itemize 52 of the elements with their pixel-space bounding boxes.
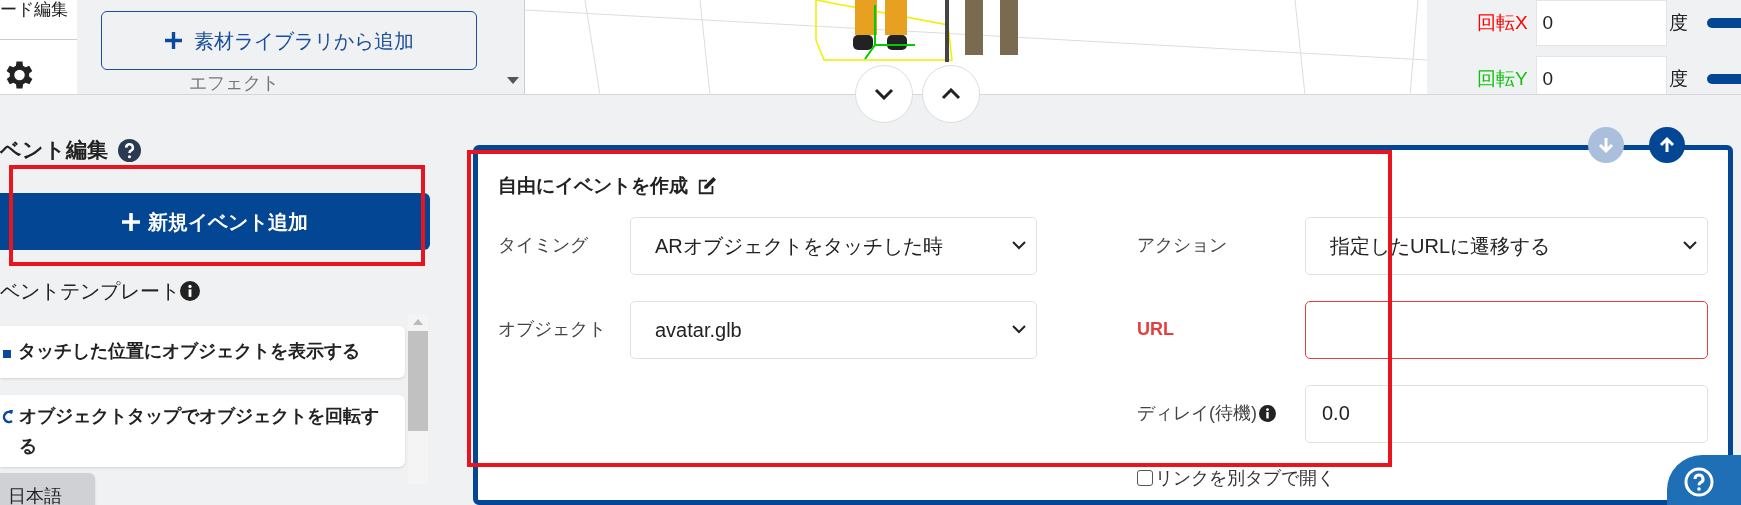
edit-icon[interactable]: [696, 176, 718, 197]
field-label: URL: [1137, 318, 1175, 341]
template-label: オブジェクトタップでオブジェクトを回転する: [18, 405, 380, 458]
help-icon: [1684, 467, 1714, 497]
chevron-up-icon: [941, 88, 961, 100]
dropdown-arrow-icon[interactable]: [507, 77, 519, 84]
degree-field[interactable]: 0: [1535, 56, 1667, 94]
select-dropdown[interactable]: ARオブジェクトをタッチした時: [630, 216, 1037, 275]
arrow-down-icon: [1597, 136, 1615, 154]
nav-label[interactable]: ード編集: [0, 0, 68, 20]
slider-track[interactable]: [1706, 18, 1741, 28]
info-icon[interactable]: [1259, 405, 1276, 422]
language-button[interactable]: 日本語: [0, 473, 95, 505]
unit-label: 度: [1668, 10, 1689, 35]
text-field[interactable]: [1305, 300, 1708, 359]
slider-track[interactable]: [1706, 74, 1741, 84]
move-up-button[interactable]: [1649, 127, 1685, 163]
axis-label: 回転Y: [1477, 66, 1529, 91]
rotate-icon: [0, 409, 13, 425]
scrollbar-thumb[interactable]: [408, 331, 428, 431]
text-field[interactable]: 0.0: [1305, 384, 1708, 443]
scrollbar[interactable]: [408, 314, 428, 484]
plus-icon: [164, 32, 182, 49]
plus-icon: [122, 212, 140, 231]
chevron-down-icon: [874, 88, 894, 100]
field-label: ディレイ(待機): [1137, 402, 1257, 425]
arrow-up-icon: [1658, 136, 1676, 154]
chevron-down-icon: [1012, 325, 1026, 334]
unit-label: 度: [1668, 66, 1689, 91]
field-label: アクション: [1137, 234, 1228, 257]
info-icon[interactable]: [180, 281, 200, 301]
template-item[interactable]: オブジェクトタップでオブジェクトを回転する: [0, 395, 405, 467]
template-label: タッチした位置にオブジェクトを表示する: [17, 340, 360, 363]
section-heading: ベントテンプレート: [0, 279, 180, 304]
card-title: 自由にイベントを作成: [498, 174, 688, 198]
add-from-library-button[interactable]: 素材ライブラリから追加: [101, 11, 477, 70]
template-item[interactable]: タッチした位置にオブジェクトを表示する: [0, 326, 405, 378]
field-label: オブジェクト: [498, 318, 607, 341]
degree-field[interactable]: 0: [1535, 0, 1667, 46]
chevron-down-icon: [1012, 241, 1026, 250]
add-event-button[interactable]: 新規イベント追加: [0, 193, 430, 250]
3d-models-drawing[interactable]: [815, 0, 1019, 62]
field-label: タイミング: [498, 234, 589, 257]
help-button[interactable]: [1667, 455, 1741, 505]
section-heading: ベント編集: [0, 137, 108, 164]
help-icon[interactable]: [118, 138, 141, 162]
axis-label: 回転X: [1477, 10, 1529, 35]
chevron-down-icon: [1683, 241, 1697, 250]
select-dropdown[interactable]: 指定したURLに遷移する: [1305, 216, 1708, 275]
section-label: エフェクト: [189, 73, 279, 93]
select-dropdown[interactable]: avatar.glb: [630, 300, 1037, 359]
new-tab-checkbox[interactable]: リンクを別タブで開く: [1137, 464, 1335, 492]
